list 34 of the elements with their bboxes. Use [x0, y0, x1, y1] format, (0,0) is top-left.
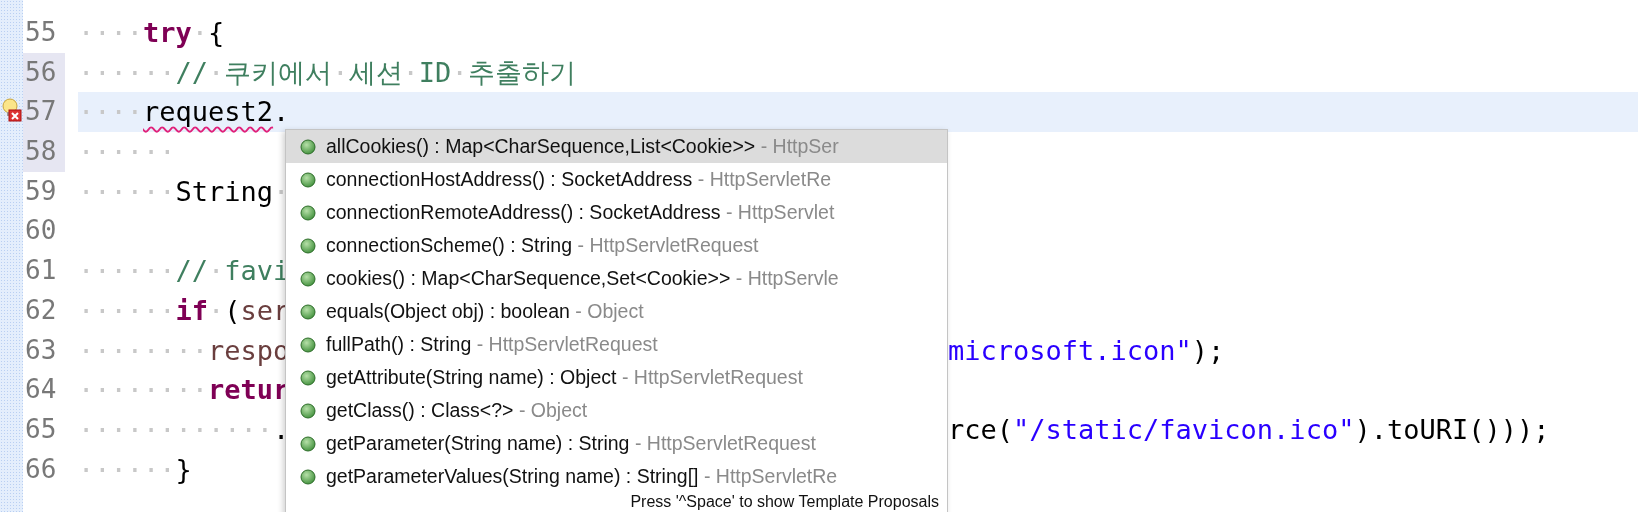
- code-line: ······: [78, 135, 176, 170]
- line-number: 55: [24, 16, 58, 49]
- code-line: ····request2.: [78, 95, 290, 130]
- method-icon: [300, 369, 316, 386]
- method-icon: [300, 171, 316, 188]
- hint-text: Press '^Space' to show Template Proposals: [630, 493, 939, 511]
- line-number: 61: [24, 254, 58, 288]
- line-number: 60: [24, 214, 58, 248]
- completion-item[interactable]: getParameterValues(String name) : String[] - HttpServletRe: [286, 460, 947, 493]
- method-icon: [300, 237, 316, 254]
- line-number: 66: [24, 452, 58, 486]
- code-line: ······}: [78, 452, 192, 487]
- line-number: 58: [23, 132, 65, 172]
- method-icon: [300, 303, 316, 320]
- method-icon: [300, 270, 316, 287]
- method-icon: [300, 402, 316, 419]
- line-number: 59: [24, 174, 58, 208]
- method-icon: [300, 204, 316, 221]
- code-line: ······//·쿠키에서·세션·ID·추출하기: [78, 55, 576, 90]
- line-number: 56: [23, 52, 65, 93]
- line-number: 63: [24, 333, 58, 367]
- line-number: 64: [24, 373, 58, 407]
- line-number: 62: [24, 293, 58, 327]
- method-icon: [300, 138, 316, 155]
- line-number: 65: [24, 412, 58, 446]
- line-number: 57: [23, 92, 65, 133]
- lightbulb-error-icon[interactable]: [0, 98, 22, 123]
- method-icon: [300, 468, 316, 485]
- code-line: rce("/static/favicon.ico").toURI()));: [948, 412, 1550, 447]
- completion-item[interactable]: allCookies() : Map<CharSequence,List<Cookie>> - HttpSer: [286, 130, 947, 163]
- method-icon: [300, 336, 316, 353]
- code-line: ····try·{: [78, 16, 225, 50]
- method-icon: [300, 435, 316, 452]
- code-line: microsoft.icon");: [948, 333, 1225, 368]
